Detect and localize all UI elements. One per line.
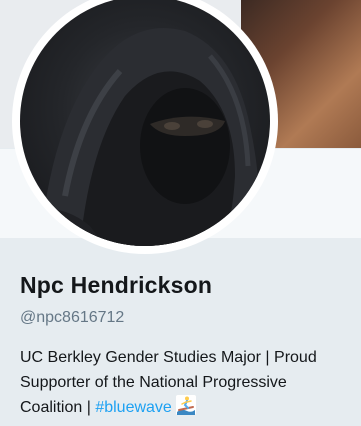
display-name[interactable]: Npc Hendrickson bbox=[20, 272, 212, 299]
bio-line-2: Supporter of the National Progressive bbox=[20, 374, 287, 391]
bio-line-3-text: Coalition | bbox=[20, 399, 96, 416]
bio-line-1: UC Berkley Gender Studies Major | Proud bbox=[20, 349, 317, 366]
surfer-emoji-icon bbox=[175, 395, 196, 423]
hashtag-link[interactable]: #bluewave bbox=[95, 399, 172, 416]
bio-line-3: Coalition | #bluewave bbox=[20, 395, 350, 423]
user-handle[interactable]: @npc8616712 bbox=[20, 309, 124, 327]
avatar[interactable] bbox=[20, 0, 270, 246]
profile-bio: UC Berkley Gender Studies Major | Proud … bbox=[20, 345, 350, 423]
